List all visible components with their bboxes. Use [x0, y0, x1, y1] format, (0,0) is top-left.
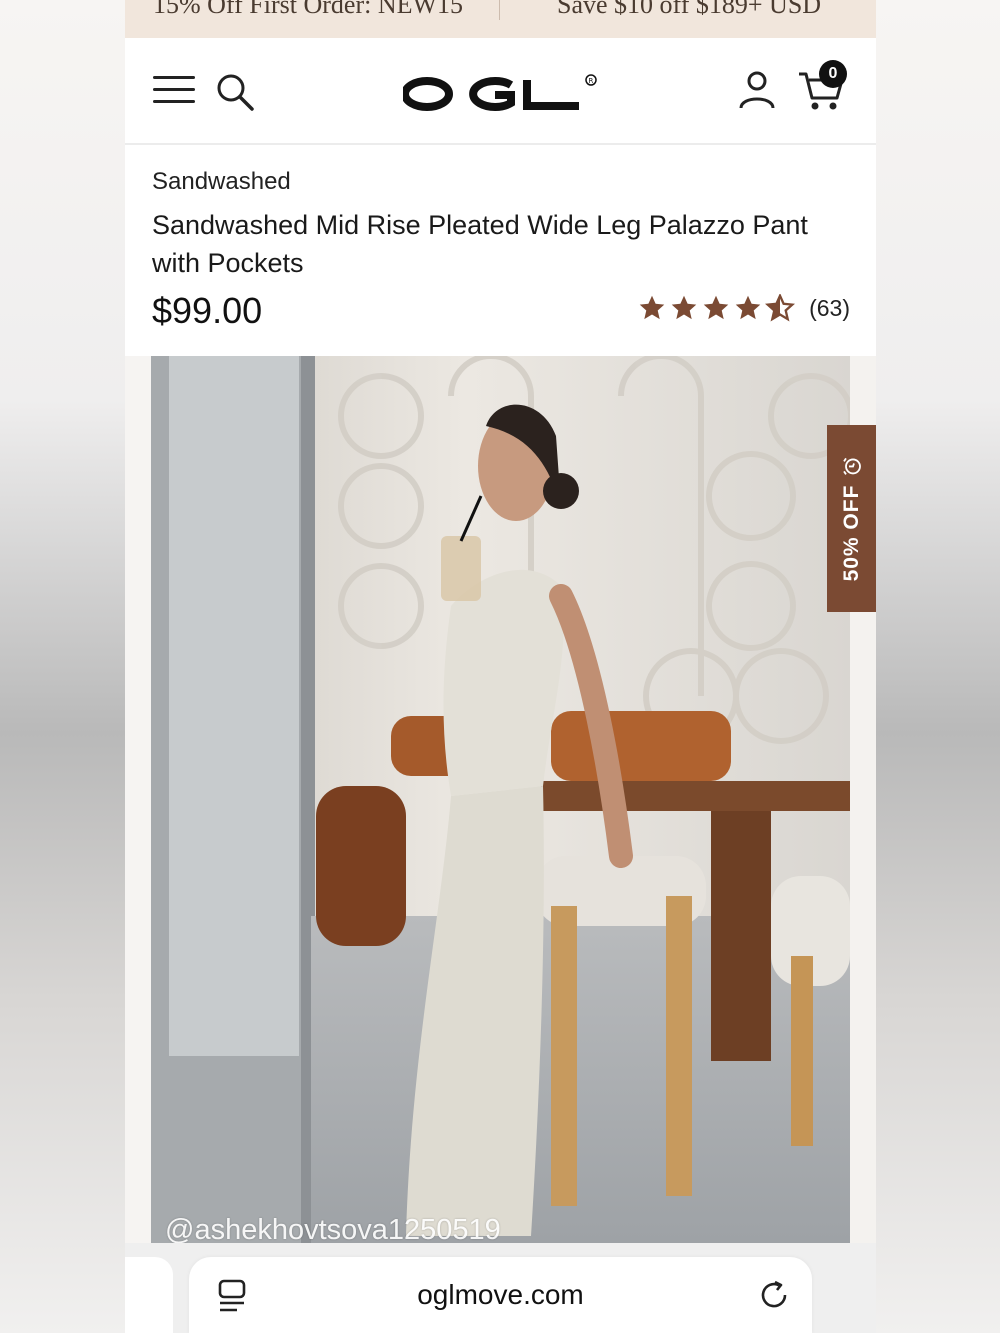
- alarm-clock-icon: [842, 457, 861, 475]
- star-full-icon: [639, 295, 665, 320]
- carousel-prev-peek: [125, 356, 151, 1243]
- product-title: Sandwashed Mid Rise Pleated Wide Leg Pal…: [152, 210, 808, 278]
- product-rating[interactable]: (63): [637, 294, 850, 322]
- url-text[interactable]: oglmove.com: [189, 1279, 812, 1311]
- account-icon[interactable]: [737, 70, 777, 110]
- star-full-icon: [703, 295, 729, 320]
- svg-text:R: R: [589, 77, 594, 85]
- background-right: [876, 0, 1000, 1333]
- logo[interactable]: R: [403, 72, 603, 112]
- sale-tab-label: 50% OFF: [839, 484, 863, 581]
- promo-right-text: Save $10 off $189+ USD: [557, 0, 822, 19]
- background-left: [0, 0, 125, 1333]
- page-viewport: 15% Off First Order: NEW15 Save $10 off …: [125, 0, 876, 1333]
- reload-icon[interactable]: [758, 1279, 790, 1311]
- product-price: $99.00: [152, 290, 263, 331]
- star-half-icon: [765, 294, 796, 322]
- promo-left-text: 15% Off First Order: NEW15: [153, 0, 464, 19]
- search-icon[interactable]: [215, 72, 255, 112]
- promo-banner[interactable]: 15% Off First Order: NEW15 Save $10 off …: [125, 0, 876, 38]
- browser-toolbar: oglmove.com: [125, 1243, 876, 1333]
- sale-tab[interactable]: 50% OFF: [827, 425, 876, 612]
- product-image[interactable]: [151, 356, 850, 1243]
- previous-tab-peek[interactable]: [125, 1257, 173, 1333]
- star-full-icon: [671, 295, 697, 320]
- cart-count-badge[interactable]: 0: [819, 60, 847, 88]
- review-count[interactable]: (63): [809, 295, 850, 322]
- product-brand[interactable]: Sandwashed: [152, 168, 291, 196]
- site-header: R 0: [125, 38, 876, 145]
- menu-icon[interactable]: [153, 76, 195, 104]
- address-bar[interactable]: oglmove.com: [189, 1257, 812, 1333]
- star-full-icon: [735, 295, 761, 320]
- promo-divider: [499, 0, 500, 20]
